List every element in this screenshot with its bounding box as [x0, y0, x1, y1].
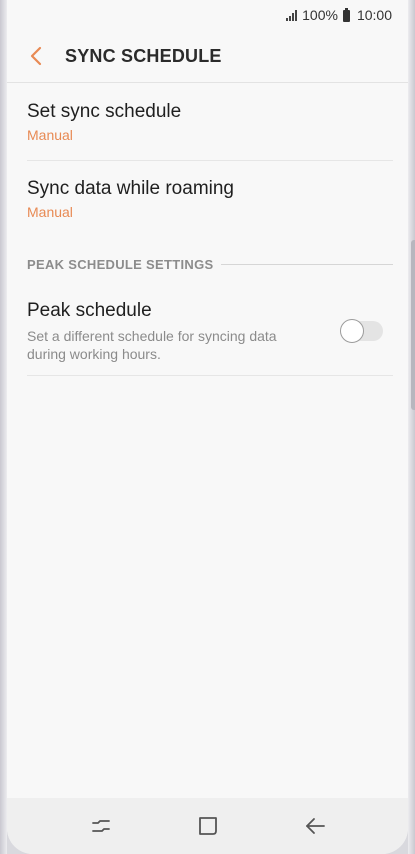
back-icon	[305, 818, 325, 834]
status-bar: 100% 10:00	[7, 0, 408, 30]
navigation-bar	[7, 798, 408, 854]
home-button[interactable]	[188, 806, 228, 846]
item-value: Manual	[27, 204, 73, 220]
home-icon	[198, 817, 217, 835]
recent-apps-button[interactable]	[81, 806, 121, 846]
recent-apps-icon	[91, 820, 110, 832]
device-side-key	[411, 240, 415, 410]
toggle-knob	[340, 319, 364, 343]
device-frame: 100% 10:00 SYNC SCHEDULE Set sync schedu…	[0, 0, 415, 854]
item-description: Set a different schedule for syncing dat…	[27, 328, 277, 362]
back-button[interactable]	[21, 36, 51, 76]
item-value: Manual	[27, 127, 73, 143]
section-label: PEAK SCHEDULE SETTINGS	[27, 257, 214, 272]
item-title: Set sync schedule	[27, 101, 182, 122]
app-bar: SYNC SCHEDULE	[7, 30, 408, 83]
list-item-set-sync-schedule[interactable]: Set sync schedule Manual	[27, 100, 393, 161]
peak-schedule-toggle[interactable]	[340, 319, 383, 343]
page-title: SYNC SCHEDULE	[65, 45, 222, 66]
device-edge-left	[0, 0, 7, 854]
section-header-peak-schedule: PEAK SCHEDULE SETTINGS	[27, 257, 393, 272]
back-nav-button[interactable]	[295, 806, 335, 846]
signal-icon	[286, 9, 298, 21]
clock: 10:00	[356, 7, 392, 23]
battery-icon	[342, 7, 350, 22]
chevron-left-icon	[30, 46, 42, 66]
section-divider	[221, 264, 393, 265]
list-item-sync-roaming[interactable]: Sync data while roaming Manual	[27, 177, 393, 221]
item-title: Peak schedule	[27, 300, 152, 321]
list-item-peak-schedule[interactable]: Peak schedule Set a different schedule f…	[27, 299, 393, 376]
screen: 100% 10:00 SYNC SCHEDULE Set sync schedu…	[7, 0, 408, 854]
battery-percent: 100%	[302, 7, 338, 23]
device-edge-right	[408, 0, 415, 854]
item-title: Sync data while roaming	[27, 178, 234, 199]
